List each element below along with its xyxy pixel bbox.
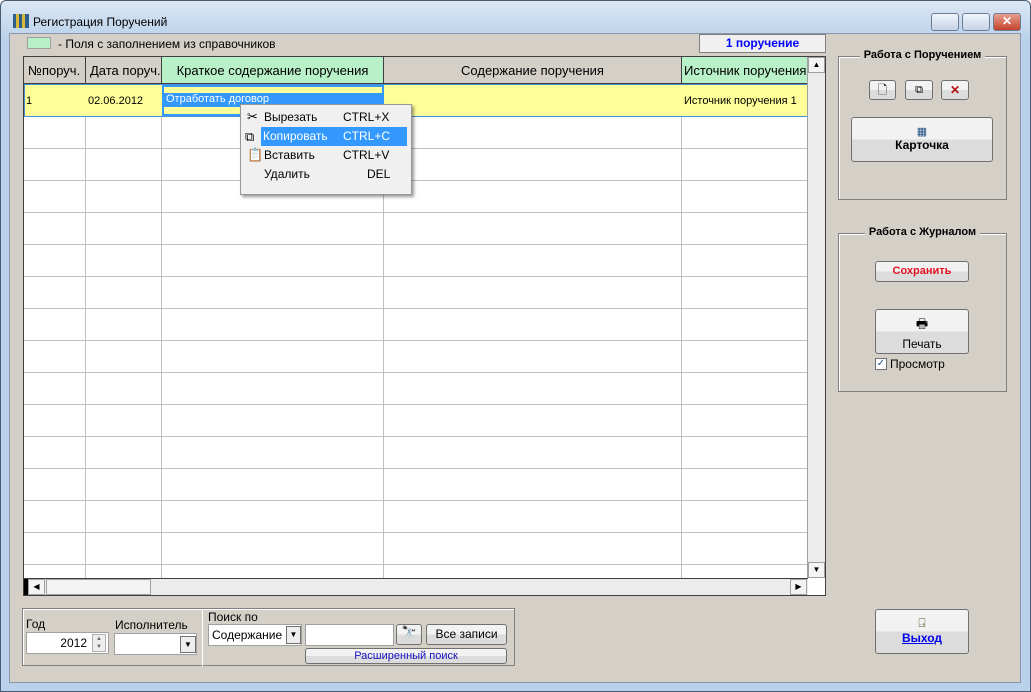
search-input[interactable] <box>305 624 394 646</box>
menu-item-cut[interactable]: ✂ Вырезать CTRL+X <box>243 108 409 127</box>
cell-num: 1 <box>26 95 33 107</box>
card-icon: ▦ <box>916 126 928 138</box>
advanced-search-button[interactable]: Расширенный поиск <box>305 648 507 664</box>
row-divider <box>24 148 808 149</box>
task-group-title: Работа с Поручением <box>859 49 986 61</box>
new-task-button[interactable]: 🗋 <box>869 80 896 100</box>
col-header-content[interactable]: Содержание поручения <box>384 57 682 84</box>
row-divider <box>24 404 808 405</box>
copy-icon: ⧉ <box>915 84 923 96</box>
exit-label: Выход <box>901 631 943 645</box>
row-divider <box>24 372 808 373</box>
menu-item-delete[interactable]: Удалить DEL <box>243 165 409 184</box>
year-stepper[interactable]: ▲ ▼ <box>92 634 106 652</box>
row-divider <box>24 532 808 533</box>
scroll-down-icon[interactable]: ▼ <box>808 562 825 578</box>
print-button[interactable]: 🖶 Печать <box>875 309 969 354</box>
chevron-down-icon[interactable]: ▼ <box>180 636 196 653</box>
cell-source: Источник поручения 1 <box>684 95 797 107</box>
col-header-brief[interactable]: Краткое содержание поручения <box>162 57 384 84</box>
cell-date: 02.06.2012 <box>88 95 144 107</box>
row-divider <box>24 308 808 309</box>
close-button[interactable]: ✕ <box>993 13 1021 31</box>
menu-item-paste[interactable]: 📋 Вставить CTRL+V <box>243 146 409 165</box>
scissors-icon: ✂ <box>247 109 258 124</box>
year-label: Год <box>26 617 46 631</box>
delete-task-button[interactable]: ✕ <box>941 80 969 100</box>
col-header-date[interactable]: Дата поруч. <box>86 57 162 84</box>
paste-icon: 📋 <box>247 147 264 162</box>
row-divider <box>24 244 808 245</box>
preview-label: Просмотр <box>890 357 945 371</box>
record-counter: 1 поручение <box>699 34 826 53</box>
copy-task-button[interactable]: ⧉ <box>905 80 933 100</box>
col-header-source[interactable]: Источник поручения <box>682 57 808 84</box>
row-divider <box>24 500 808 501</box>
journal-group-title: Работа с Журналом <box>864 226 981 238</box>
exit-door-icon: ⍈ <box>918 616 926 630</box>
horizontal-scrollbar[interactable]: ◀ ▶ <box>24 578 808 595</box>
legend-swatch <box>27 37 51 49</box>
search-label: Поиск по <box>208 610 258 624</box>
binoculars-icon: 🔭 <box>401 625 417 639</box>
scroll-left-icon[interactable]: ◀ <box>28 579 45 595</box>
row-divider <box>24 340 808 341</box>
print-label: Печать <box>902 337 942 351</box>
new-document-icon: 🗋 <box>877 83 888 97</box>
preview-checkbox[interactable]: ✓ <box>875 358 887 370</box>
vertical-scrollbar[interactable]: ▲ ▼ <box>807 57 825 578</box>
printer-icon: 🖶 <box>915 316 929 331</box>
window-title: Регистрация Поручений <box>33 15 168 29</box>
executor-label: Исполнитель <box>115 618 188 632</box>
menu-item-copy[interactable]: Копировать CTRL+C <box>261 127 407 146</box>
all-records-button[interactable]: Все записи <box>426 624 507 645</box>
card-button[interactable]: ▦ Карточка <box>851 117 993 162</box>
context-menu: ✂ Вырезать CTRL+X ⧉ Копировать CTRL+C 📋 Вста… <box>240 104 412 195</box>
row-divider <box>24 564 808 565</box>
scroll-thumb[interactable] <box>46 579 151 595</box>
app-icon <box>13 14 29 28</box>
table-row[interactable]: 1 02.06.2012 Отработать договор Источник… <box>24 84 808 117</box>
minimize-button[interactable] <box>931 13 959 31</box>
row-divider <box>24 276 808 277</box>
delete-icon: ✕ <box>949 83 961 97</box>
save-button[interactable]: Сохранить <box>875 261 969 282</box>
maximize-button[interactable] <box>962 13 990 31</box>
tasks-grid[interactable]: №поруч. Дата поруч. Краткое содержание п… <box>23 56 826 596</box>
legend-text: - Поля с заполнением из справочников <box>58 37 276 51</box>
row-divider <box>24 436 808 437</box>
scroll-right-icon[interactable]: ▶ <box>790 579 807 595</box>
row-divider <box>24 468 808 469</box>
row-divider <box>24 212 808 213</box>
chevron-down-icon[interactable]: ▼ <box>286 626 301 644</box>
copy-icon: ⧉ <box>245 129 255 144</box>
card-label: Карточка <box>895 138 949 152</box>
exit-button[interactable]: ⍈ Выход <box>875 609 969 654</box>
col-header-num[interactable]: №поруч. <box>24 57 86 84</box>
scroll-up-icon[interactable]: ▲ <box>808 57 825 73</box>
row-divider <box>24 180 808 181</box>
find-button[interactable]: 🔭 <box>396 624 422 645</box>
